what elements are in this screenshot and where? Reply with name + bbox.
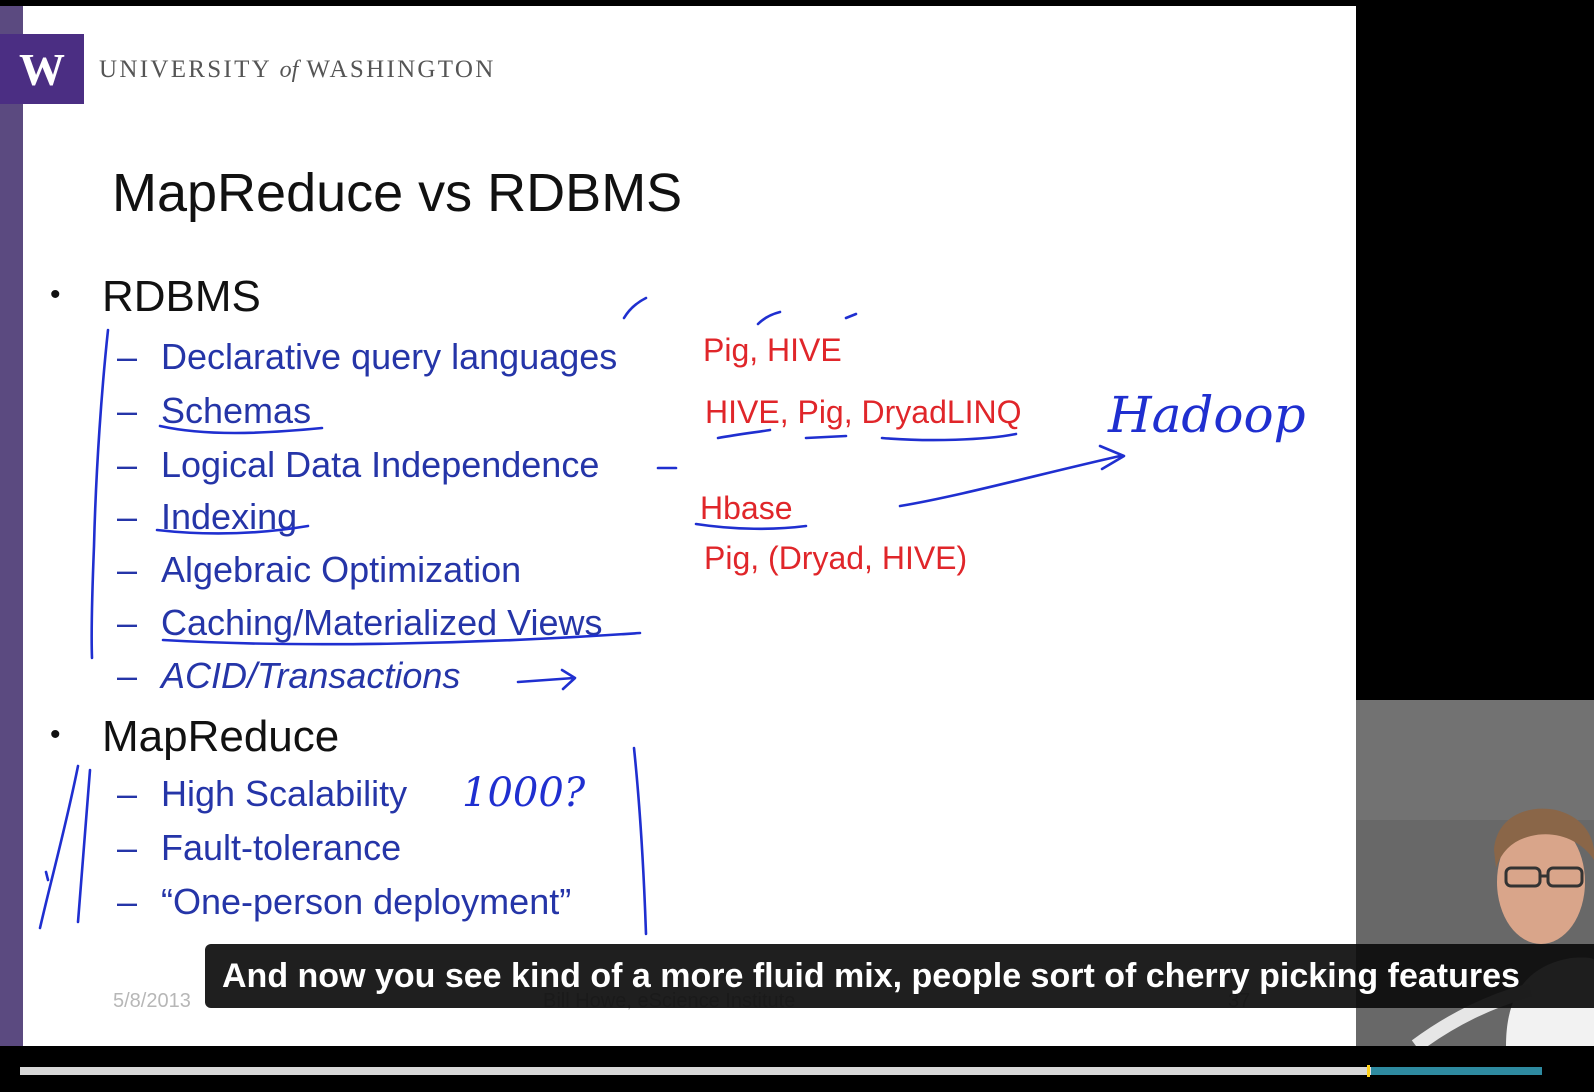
lecture-slide: W UNIVERSITY of WASHINGTON MapReduce vs … [0, 6, 1356, 1046]
seek-handle[interactable] [1366, 1065, 1370, 1077]
slide-left-bar [0, 6, 23, 1046]
list-item: – Declarative query languages [117, 336, 618, 377]
ink-slash [76, 768, 92, 924]
university-logo: W [0, 34, 84, 104]
ink-bracket-rdbms [90, 328, 110, 660]
annotation-pig-hive: Pig, HIVE [703, 332, 842, 368]
slide-title: MapReduce vs RDBMS [112, 163, 683, 223]
list-item: – Schemas [117, 390, 312, 431]
closed-caption: And now you see kind of a more fluid mix… [205, 944, 1594, 1008]
ink-arrow-to-hadoop [898, 444, 1126, 508]
ink-underline-pig [804, 434, 848, 440]
list-item: – Algebraic Optimization [117, 549, 522, 590]
list-item: – “One-person deployment” [117, 881, 572, 922]
ink-slash [38, 764, 80, 930]
list-item: – ACID/Transactions [117, 655, 461, 696]
ink-tick [44, 870, 50, 882]
footer-date: 5/8/2013 [113, 990, 191, 1012]
list-item: – Fault-tolerance [117, 827, 402, 868]
ink-underline-hive [716, 428, 772, 440]
list-item: – Logical Data Independence [117, 444, 600, 485]
list-item: – High Scalability [117, 773, 408, 814]
ink-tick [844, 312, 858, 320]
list-item: – Caching/Materialized Views [117, 602, 603, 643]
seek-bar-buffered [1370, 1067, 1542, 1075]
ink-1000-text: 1000? [462, 770, 586, 816]
university-name: UNIVERSITY of WASHINGTON [99, 56, 496, 83]
video-player[interactable]: W UNIVERSITY of WASHINGTON MapReduce vs … [0, 0, 1594, 1092]
ink-arrow [516, 668, 577, 691]
annotation-pig-dryad-hive: Pig, (Dryad, HIVE) [704, 540, 968, 576]
ink-hadoop-text: Hadoop [1107, 386, 1306, 444]
ink-underline-dryadlinq [880, 432, 1018, 442]
annotation-hbase: Hbase [700, 490, 793, 526]
bullet-rdbms: • RDBMS [50, 272, 261, 321]
ink-tick [756, 310, 782, 326]
bullet-mapreduce: • MapReduce [50, 712, 340, 761]
annotation-hive-pig-dryadlinq: HIVE, Pig, DryadLINQ [705, 394, 1022, 430]
seek-bar[interactable] [20, 1065, 1542, 1077]
list-item: – Indexing [117, 496, 298, 537]
seek-bar-played [20, 1067, 1367, 1075]
ink-tick [622, 296, 648, 320]
ink-bracket-mapreduce-right [632, 746, 648, 936]
